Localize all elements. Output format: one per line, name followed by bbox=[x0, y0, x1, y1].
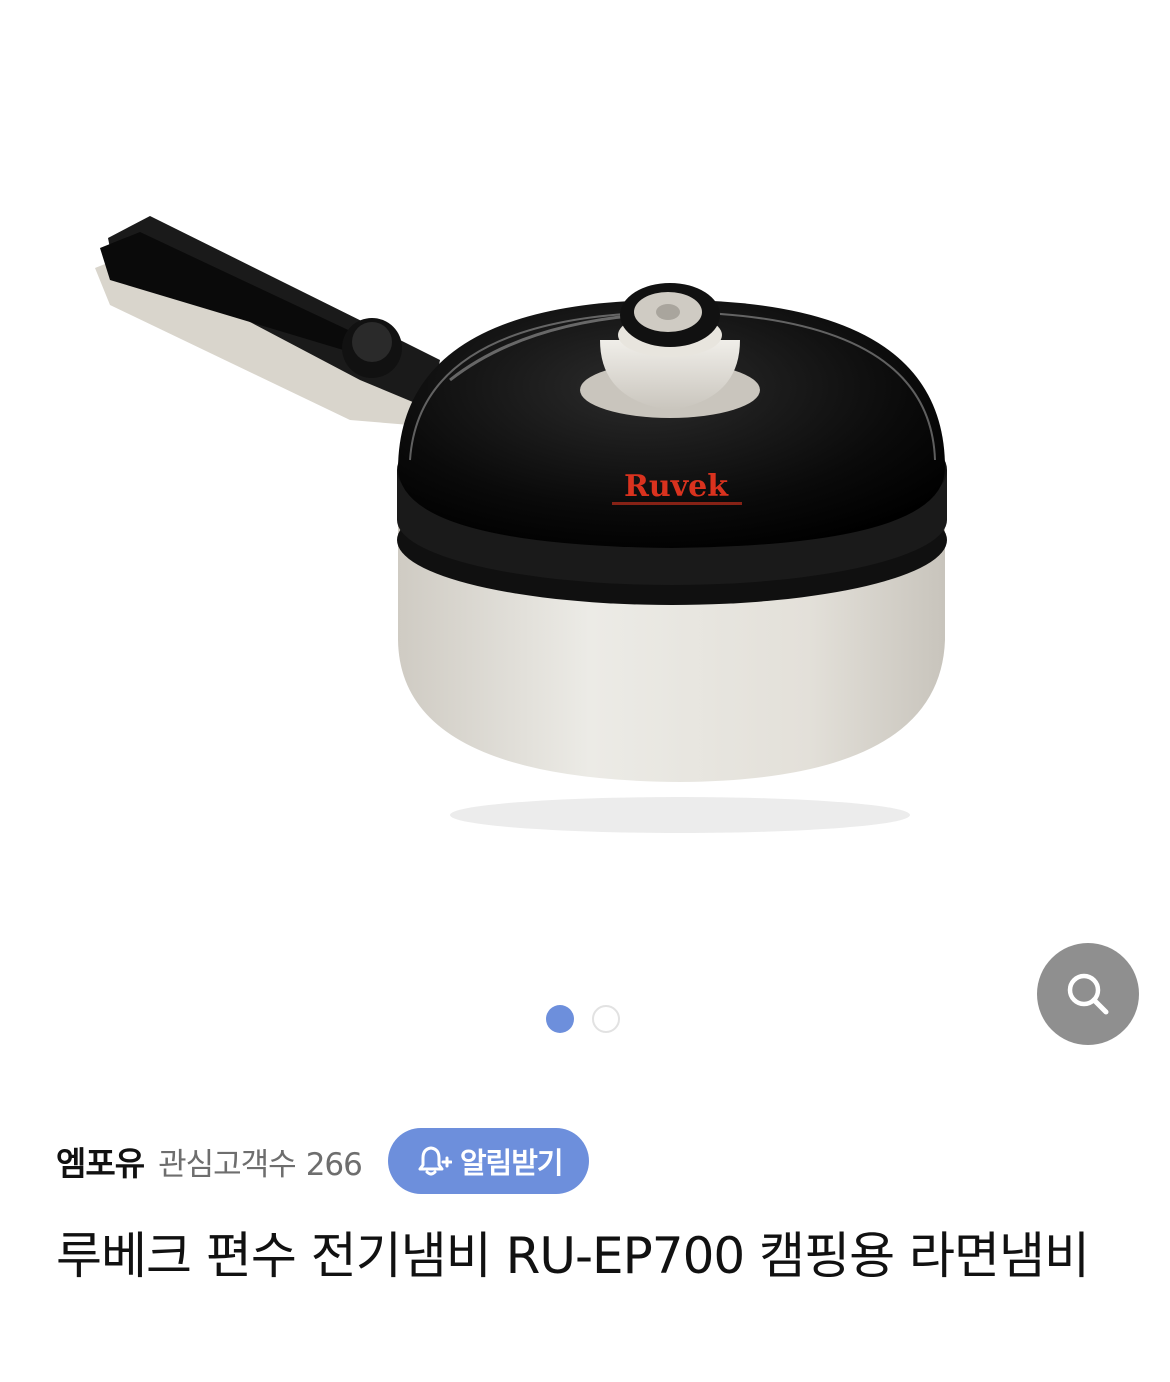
product-gallery[interactable]: Ruvek bbox=[0, 0, 1170, 1060]
alarm-subscribe-button[interactable]: 알림받기 bbox=[387, 1128, 589, 1194]
product-image: Ruvek bbox=[95, 216, 947, 833]
followers-count: 266 bbox=[305, 1146, 363, 1183]
brand-logo: Ruvek bbox=[624, 469, 729, 504]
followers-label: 관심고객수 bbox=[158, 1146, 297, 1183]
product-title: 루베크 편수 전기냄비 RU-EP700 캠핑용 라면냄비 bbox=[56, 1227, 1090, 1285]
bell-plus-icon bbox=[418, 1146, 452, 1176]
seller-info: 엠포유 관심고객수 266 알림받기 bbox=[56, 1128, 589, 1194]
seller-name[interactable]: 엠포유 bbox=[56, 1137, 145, 1185]
alarm-button-label: 알림받기 bbox=[459, 1146, 564, 1180]
followers-info: 관심고객수 266 bbox=[158, 1139, 363, 1184]
search-icon bbox=[1067, 973, 1109, 1015]
gallery-pagination bbox=[546, 1005, 620, 1033]
zoom-button[interactable] bbox=[1037, 943, 1139, 1045]
gallery-dot-1[interactable] bbox=[546, 1005, 574, 1033]
gallery-dot-2[interactable] bbox=[592, 1005, 620, 1033]
